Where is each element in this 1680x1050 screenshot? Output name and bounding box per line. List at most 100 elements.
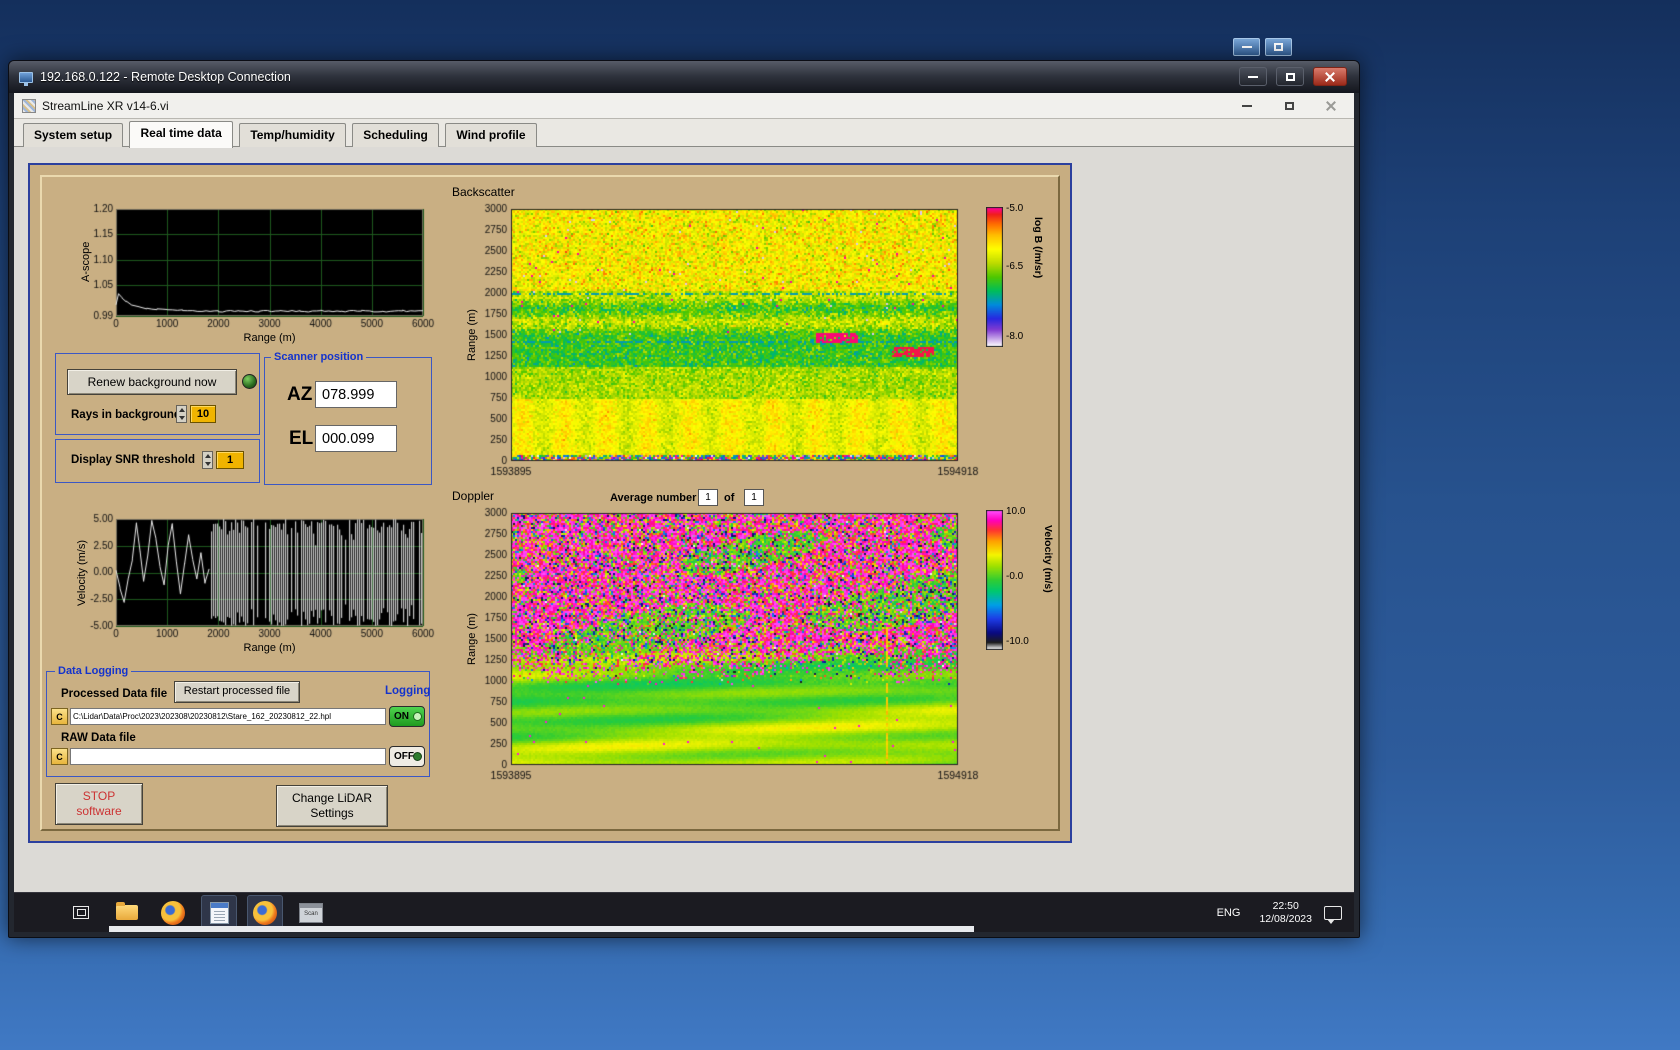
restart-processed-file-button[interactable]: Restart processed file: [174, 681, 300, 703]
backscatter-colorbar-label: log B (/m/sr): [1032, 217, 1044, 337]
average-total-field[interactable]: 1: [744, 489, 764, 506]
raw-logging-toggle[interactable]: OFF: [389, 746, 425, 767]
a-scope-graph: A-scope Range (m): [54, 201, 432, 351]
velocity-graph: Velocity (m/s) Range (m): [54, 511, 432, 661]
a-scope-plot: [54, 201, 438, 353]
toggle-knob-icon: [413, 712, 422, 721]
system-tray: ENG 22:50 12/08/2023: [1210, 893, 1342, 932]
scan-app-button[interactable]: Scan: [294, 896, 328, 930]
renew-background-led: [242, 374, 257, 389]
document-app-button[interactable]: [202, 896, 236, 930]
background-window-minimize-button[interactable]: [1233, 38, 1260, 56]
logging-label: Logging: [385, 685, 430, 697]
scan-window-icon: Scan: [299, 903, 323, 923]
scanner-position-group: Scanner position AZ 078.999 EL 000.099: [264, 357, 432, 485]
raw-path-browse-button[interactable]: C: [51, 748, 68, 765]
close-icon: [1324, 71, 1336, 83]
minimize-icon: [1248, 76, 1258, 78]
a-scope-y-axis-label: A-scope: [80, 219, 92, 305]
app-window-title: StreamLine XR v14-6.vi: [42, 99, 169, 113]
data-logging-title: Data Logging: [55, 664, 131, 678]
background-window-maximize-button[interactable]: [1265, 38, 1292, 56]
raw-path-field[interactable]: [70, 748, 386, 765]
change-button-line1: Change LiDAR: [292, 791, 372, 806]
doppler-title: Doppler: [452, 489, 494, 503]
average-number-label: Average number: [610, 492, 696, 504]
doppler-y-axis-label: Range (m): [466, 577, 478, 701]
tab-bar: System setup Real time data Temp/humidit…: [14, 119, 1354, 147]
change-lidar-settings-button[interactable]: Change LiDAR Settings: [276, 785, 388, 827]
processed-logging-toggle[interactable]: ON: [389, 706, 425, 727]
app-minimize-button[interactable]: [1232, 96, 1262, 116]
rdp-maximize-button[interactable]: [1276, 67, 1304, 86]
stop-software-button[interactable]: STOP software: [55, 783, 143, 825]
processed-path-field[interactable]: C:\Lidar\Data\Proc\2023\202308\20230812\…: [70, 708, 386, 725]
toggle-label: OFF: [394, 751, 414, 762]
doppler-colorbar-label: Velocity (m/s): [1042, 525, 1054, 655]
tab-real-time-data[interactable]: Real time data: [129, 121, 232, 148]
processed-path-browse-button[interactable]: C: [51, 708, 68, 725]
snr-threshold-label: Display SNR threshold: [71, 454, 195, 466]
rdp-minimize-button[interactable]: [1239, 67, 1267, 86]
document-icon: [210, 902, 229, 924]
snr-spinner[interactable]: [202, 451, 213, 469]
tab-label: Real time data: [140, 126, 221, 140]
rdp-close-button[interactable]: [1313, 67, 1347, 86]
tab-label: Wind profile: [456, 128, 525, 142]
firefox-active-button[interactable]: [248, 896, 282, 930]
backscatter-colorbar: [986, 207, 1003, 347]
firefox-button[interactable]: [156, 896, 190, 930]
rdp-titlebar[interactable]: 192.168.0.122 - Remote Desktop Connectio…: [9, 61, 1359, 93]
rdp-window: 192.168.0.122 - Remote Desktop Connectio…: [8, 60, 1360, 938]
tab-system-setup[interactable]: System setup: [23, 123, 123, 147]
rays-value-field[interactable]: 10: [190, 405, 216, 423]
rays-spinner[interactable]: [176, 405, 187, 423]
change-button-line2: Settings: [310, 806, 353, 821]
colorbar-tick: -10.0: [1006, 636, 1042, 647]
toggle-knob-icon: [413, 752, 422, 761]
tab-wind-profile[interactable]: Wind profile: [445, 123, 536, 147]
notification-icon[interactable]: [1324, 906, 1342, 920]
azimuth-value-field[interactable]: 078.999: [315, 381, 397, 408]
firefox-icon: [253, 901, 277, 925]
data-logging-group: Data Logging Processed Data file Restart…: [46, 671, 430, 777]
backscatter-title: Backscatter: [452, 185, 515, 199]
taskview-button[interactable]: [64, 896, 98, 930]
maximize-icon: [1274, 43, 1283, 51]
scanner-position-title: Scanner position: [271, 350, 366, 364]
background-controls-group: Renew background now Rays in background …: [55, 353, 260, 435]
average-number-field[interactable]: 1: [698, 489, 718, 506]
tab-temp-humidity[interactable]: Temp/humidity: [239, 123, 345, 147]
tab-label: Scheduling: [363, 128, 428, 142]
colorbar-tick: -0.0: [1006, 571, 1042, 582]
rdp-window-title: 192.168.0.122 - Remote Desktop Connectio…: [40, 70, 291, 84]
language-indicator[interactable]: ENG: [1210, 902, 1248, 924]
snr-value-field[interactable]: 1: [216, 451, 244, 469]
rays-in-background-label: Rays in background: [71, 409, 181, 421]
file-explorer-button[interactable]: [110, 896, 144, 930]
elevation-label: EL: [289, 428, 313, 450]
velocity-y-axis-label: Velocity (m/s): [76, 523, 88, 623]
toggle-label: ON: [394, 711, 409, 722]
doppler-heatmap: [462, 507, 982, 783]
tab-scheduling[interactable]: Scheduling: [352, 123, 439, 147]
tab-page-real-time-data: A-scope Range (m) Renew background now R…: [14, 147, 1354, 892]
app-restore-button[interactable]: [1274, 96, 1304, 116]
close-icon: [1325, 100, 1337, 112]
remote-desktop-icon: [19, 72, 33, 83]
stop-button-line2: software: [76, 804, 121, 819]
clock[interactable]: 22:50 12/08/2023: [1259, 900, 1312, 926]
a-scope-x-axis-label: Range (m): [116, 332, 423, 344]
app-close-button[interactable]: [1316, 96, 1346, 116]
doppler-colorbar: [986, 510, 1003, 650]
app-titlebar[interactable]: StreamLine XR v14-6.vi: [14, 93, 1354, 119]
azimuth-label: AZ: [287, 384, 312, 406]
restore-icon: [1285, 102, 1294, 110]
window-edge-highlight: [109, 926, 974, 932]
tab-label: Temp/humidity: [250, 128, 334, 142]
elevation-value-field[interactable]: 000.099: [315, 425, 397, 452]
renew-background-button[interactable]: Renew background now: [67, 369, 237, 395]
front-panel-inner: A-scope Range (m) Renew background now R…: [40, 175, 1060, 831]
background-window-controls: [1233, 38, 1292, 56]
velocity-plot: [54, 511, 438, 663]
